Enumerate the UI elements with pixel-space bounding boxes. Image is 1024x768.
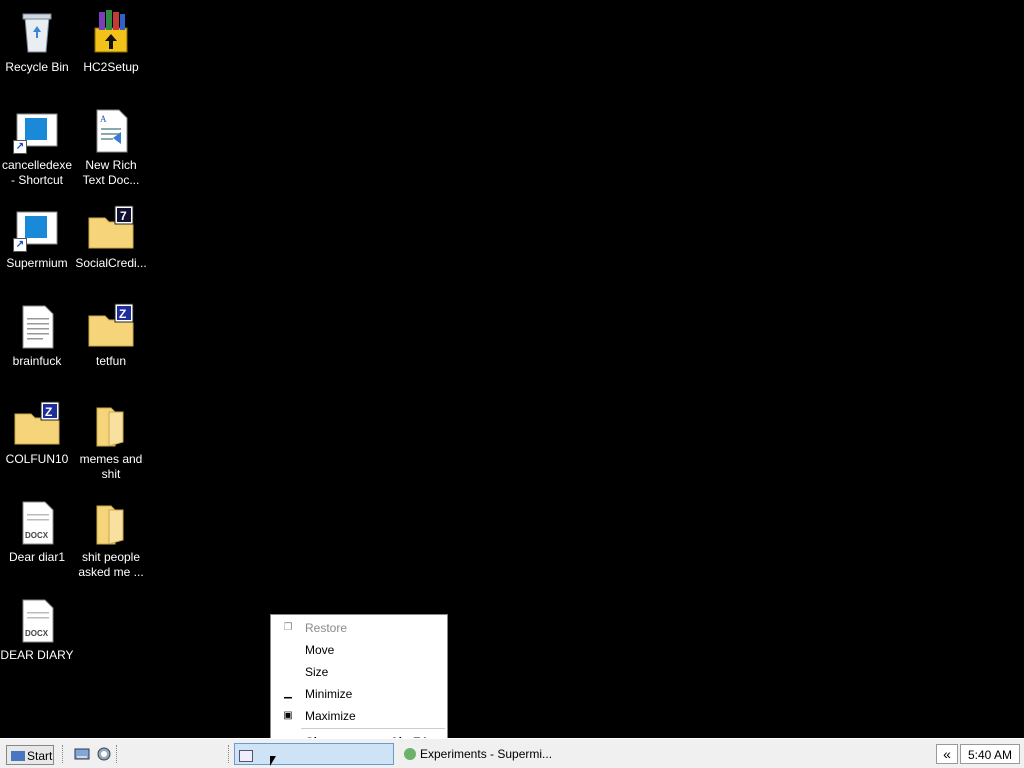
- desktop-icon-colfun10[interactable]: Z COLFUN10: [0, 396, 74, 467]
- docx-document-icon: DOCX: [13, 596, 61, 644]
- minimize-icon: ▁: [284, 688, 292, 699]
- recycle-bin-icon: [13, 8, 61, 56]
- desktop-icon-dear-diary[interactable]: DOCX DEAR DIARY: [0, 592, 74, 663]
- svg-text:DOCX: DOCX: [25, 629, 49, 638]
- taskbar-separator: [62, 745, 65, 763]
- taskbar-button-active[interactable]: [234, 743, 394, 765]
- svg-text:7: 7: [120, 209, 127, 223]
- svg-text:DOCX: DOCX: [25, 531, 49, 540]
- start-button[interactable]: Start: [6, 745, 54, 765]
- zipped-folder-7-icon: 7: [87, 204, 135, 252]
- menu-item-restore[interactable]: ❐ Restore: [271, 618, 447, 638]
- browser-icon: [404, 748, 416, 760]
- show-desktop-icon[interactable]: [74, 747, 90, 761]
- taskbar-separator: [116, 745, 119, 763]
- zipped-folder-z-icon: Z: [13, 400, 61, 448]
- shortcut-arrow-icon: ↗: [13, 238, 27, 252]
- folder-icon: [87, 400, 135, 448]
- desktop-icon-cancelledexe-shortcut[interactable]: ↗ cancelledexe - Shortcut: [0, 102, 74, 188]
- docx-document-icon: DOCX: [13, 498, 61, 546]
- desktop-icon-shit-people-asked[interactable]: shit people asked me ...: [74, 494, 148, 580]
- desktop-icon-tetfun[interactable]: Z tetfun: [74, 298, 148, 369]
- desktop-icon-recycle-bin[interactable]: Recycle Bin: [0, 4, 74, 75]
- svg-text:Z: Z: [45, 405, 52, 419]
- app-window-shortcut-icon: ↗: [13, 106, 61, 154]
- desktop-icon-memes[interactable]: memes and shit: [74, 396, 148, 482]
- start-logo-icon: [11, 750, 25, 761]
- desktop: { "desktop": { "icons": [ {"label": "Rec…: [0, 0, 1024, 768]
- window-app-icon: [239, 749, 253, 762]
- installer-box-icon: [87, 8, 135, 56]
- quick-launch-app-icon[interactable]: [96, 747, 112, 761]
- taskbar-button-experiments[interactable]: Experiments - Supermi...: [400, 743, 600, 765]
- mouse-cursor-icon: [270, 756, 276, 766]
- desktop-icon-supermium[interactable]: ↗ Supermium: [0, 200, 74, 271]
- menu-item-maximize[interactable]: ▣ Maximize: [271, 706, 447, 726]
- taskbar: Start Experiments - Supermi... « 5:40 AM: [0, 738, 1024, 768]
- taskbar-clock[interactable]: 5:40 AM: [960, 744, 1020, 764]
- desktop-icon-hc2setup[interactable]: HC2Setup: [74, 4, 148, 75]
- desktop-icon-new-rich-text-doc[interactable]: A New Rich Text Doc...: [74, 102, 148, 188]
- svg-text:Z: Z: [119, 307, 126, 321]
- menu-separator: [301, 728, 445, 729]
- rich-text-document-icon: A: [87, 106, 135, 154]
- app-window-shortcut-icon: ↗: [13, 204, 61, 252]
- restore-icon: ❐: [283, 622, 293, 633]
- menu-item-size[interactable]: Size: [271, 662, 447, 682]
- text-document-icon: [13, 302, 61, 350]
- show-hidden-tray-button[interactable]: «: [936, 744, 958, 764]
- shortcut-arrow-icon: ↗: [13, 140, 27, 154]
- folder-icon: [87, 498, 135, 546]
- menu-item-move[interactable]: Move: [271, 640, 447, 660]
- desktop-icon-socialcredi[interactable]: 7 SocialCredi...: [74, 200, 148, 271]
- menu-item-minimize[interactable]: ▁ Minimize: [271, 684, 447, 704]
- taskbar-separator: [228, 745, 231, 763]
- zipped-folder-z-icon: Z: [87, 302, 135, 350]
- desktop-icon-brainfuck[interactable]: brainfuck: [0, 298, 74, 369]
- window-system-menu: ❐ Restore Move Size ▁ Minimize ▣ Maximiz…: [270, 614, 448, 756]
- svg-text:A: A: [100, 114, 107, 124]
- desktop-icon-dear-diar1[interactable]: DOCX Dear diar1: [0, 494, 74, 565]
- maximize-icon: ▣: [283, 710, 293, 721]
